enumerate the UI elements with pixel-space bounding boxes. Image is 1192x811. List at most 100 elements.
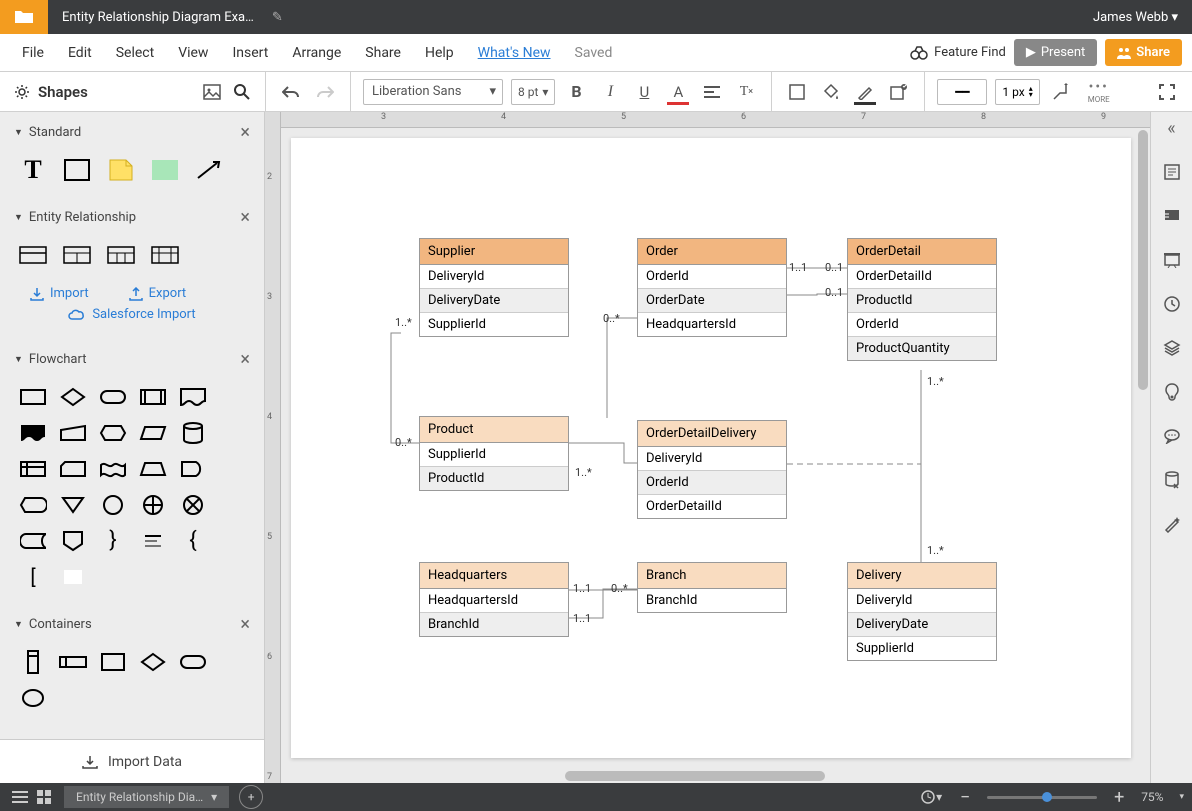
entity-field[interactable]: DeliveryDate (420, 289, 568, 313)
wand-icon[interactable] (1161, 513, 1183, 535)
er-shape-1[interactable] (18, 242, 48, 268)
fullscreen-button[interactable] (1154, 79, 1180, 105)
zoom-level[interactable]: 75% (1141, 790, 1163, 804)
fc-diamond[interactable] (58, 384, 88, 410)
layers-icon[interactable] (1161, 337, 1183, 359)
list-view-icon[interactable] (8, 785, 32, 809)
chat-icon[interactable] (1161, 161, 1183, 183)
entity-headquarters[interactable]: Headquarters HeadquartersId BranchId (419, 562, 569, 637)
menu-help[interactable]: Help (413, 39, 466, 67)
fc-rect[interactable] (18, 384, 48, 410)
shape-options-button[interactable] (886, 79, 912, 105)
image-icon[interactable] (203, 84, 221, 100)
zoom-slider[interactable] (987, 796, 1097, 799)
entity-header[interactable]: OrderDetail (848, 239, 996, 265)
fc-brace[interactable]: } (98, 528, 128, 554)
er-shape-4[interactable] (150, 242, 180, 268)
align-button[interactable] (699, 79, 725, 105)
fc-internal[interactable] (18, 456, 48, 482)
auto-zoom-icon[interactable]: ▾ (919, 785, 943, 809)
search-icon[interactable] (233, 83, 251, 101)
line-shape-button[interactable] (1048, 79, 1074, 105)
fc-stored[interactable] (18, 528, 48, 554)
close-icon[interactable]: × (240, 122, 250, 143)
font-select[interactable]: Liberation Sans▾ (363, 79, 503, 105)
import-link[interactable]: Import (30, 286, 89, 301)
fc-hexagon[interactable] (98, 420, 128, 446)
fc-sum[interactable] (178, 492, 208, 518)
underline-button[interactable]: U (631, 79, 657, 105)
line-width-select[interactable]: 1 px▴▾ (995, 79, 1039, 105)
palette-entity-header[interactable]: ▼Entity Relationship× (0, 197, 264, 238)
clear-format-button[interactable]: T× (733, 79, 759, 105)
cont-5[interactable] (178, 649, 208, 675)
menu-edit[interactable]: Edit (56, 39, 104, 67)
zoom-out-button[interactable]: − (953, 785, 977, 809)
scrollbar-horizontal[interactable] (565, 771, 825, 781)
cont-1[interactable] (18, 649, 48, 675)
entity-field[interactable]: OrderDetailId (848, 265, 996, 289)
menu-arrange[interactable]: Arrange (280, 39, 353, 67)
close-icon[interactable]: × (240, 207, 250, 228)
add-page-button[interactable]: + (239, 785, 263, 809)
er-shape-2[interactable] (62, 242, 92, 268)
fc-card[interactable] (58, 456, 88, 482)
paint-icon[interactable] (1161, 381, 1183, 403)
export-link[interactable]: Export (129, 286, 187, 301)
fc-tape[interactable] (98, 456, 128, 482)
entity-orderdetaildelivery[interactable]: OrderDetailDelivery DeliveryId OrderId O… (637, 420, 787, 519)
fc-brace2[interactable]: { (178, 528, 208, 554)
text-shape[interactable]: T (18, 157, 48, 183)
scrollbar-vertical[interactable] (1138, 130, 1148, 390)
database-icon[interactable] (1161, 469, 1183, 491)
user-menu[interactable]: James Webb ▾ (1093, 10, 1178, 25)
fc-or[interactable] (138, 492, 168, 518)
fc-merge[interactable] (58, 492, 88, 518)
fc-manual-input[interactable] (58, 420, 88, 446)
fc-predefined[interactable] (138, 384, 168, 410)
share-button[interactable]: Share (1105, 39, 1182, 66)
salesforce-import-link[interactable]: Salesforce Import (68, 307, 195, 322)
entity-supplier[interactable]: Supplier DeliveryId DeliveryDate Supplie… (419, 238, 569, 337)
gear-icon[interactable] (14, 84, 30, 100)
entity-field[interactable]: DeliveryDate (848, 613, 996, 637)
entity-field[interactable]: BranchId (638, 589, 786, 612)
collapse-panel-icon[interactable]: « (1167, 118, 1175, 139)
close-icon[interactable]: × (240, 349, 250, 370)
entity-field[interactable]: SupplierId (420, 443, 568, 467)
cont-6[interactable] (18, 685, 48, 711)
grid-view-icon[interactable] (32, 785, 56, 809)
fc-terminator[interactable] (98, 384, 128, 410)
fc-document[interactable] (178, 384, 208, 410)
entity-header[interactable]: Headquarters (420, 563, 568, 589)
cont-3[interactable] (98, 649, 128, 675)
er-shape-3[interactable] (106, 242, 136, 268)
entity-header[interactable]: Supplier (420, 239, 568, 265)
entity-header[interactable]: OrderDetailDelivery (638, 421, 786, 447)
block-shape[interactable] (150, 157, 180, 183)
undo-button[interactable] (278, 79, 304, 105)
entity-field[interactable]: OrderDate (638, 289, 786, 313)
entity-field[interactable]: DeliveryId (848, 589, 996, 613)
entity-order[interactable]: Order OrderId OrderDate HeadquartersId (637, 238, 787, 337)
rect-shape[interactable] (62, 157, 92, 183)
palette-standard-header[interactable]: ▼Standard× (0, 112, 264, 153)
fc-blank[interactable] (58, 564, 88, 590)
menu-share[interactable]: Share (353, 39, 413, 67)
slides-icon[interactable] (1161, 249, 1183, 271)
fill-button[interactable] (818, 79, 844, 105)
palette-containers-header[interactable]: ▼Containers× (0, 604, 264, 645)
entity-header[interactable]: Product (420, 417, 568, 443)
menu-file[interactable]: File (10, 39, 56, 67)
entity-delivery[interactable]: Delivery DeliveryId DeliveryDate Supplie… (847, 562, 997, 661)
entity-field[interactable]: OrderId (638, 471, 786, 495)
arrow-shape[interactable] (194, 157, 224, 183)
feature-find[interactable]: Feature Find (910, 45, 1006, 60)
comment-icon[interactable] (1161, 205, 1183, 227)
entity-header[interactable]: Delivery (848, 563, 996, 589)
entity-field[interactable]: ProductId (848, 289, 996, 313)
bold-button[interactable]: B (563, 79, 589, 105)
fc-cylinder[interactable] (178, 420, 208, 446)
page-tab[interactable]: Entity Relationship Dia… ▾ (64, 786, 229, 808)
note-shape[interactable] (106, 157, 136, 183)
